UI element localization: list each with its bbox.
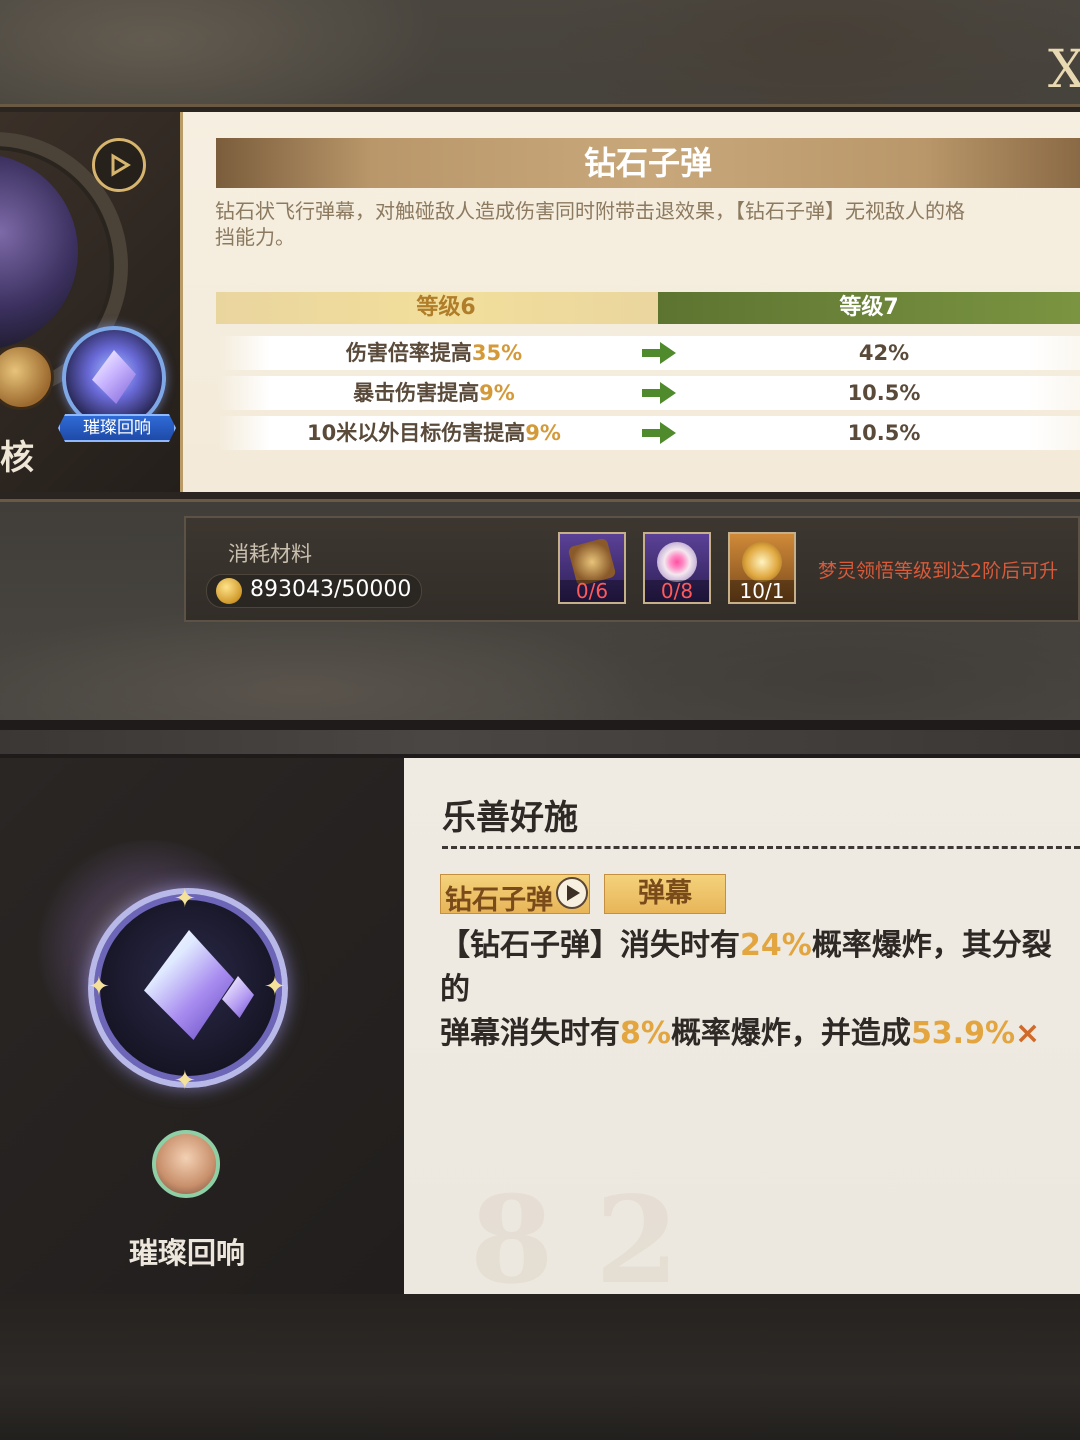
materials-label: 消耗材料 [228,542,312,566]
material-item-scroll-card[interactable]: 0/6 [558,532,626,604]
coin-icon [216,578,242,604]
skill-title: 钻石子弹 [216,138,1080,188]
next-level-header: 等级7 [658,292,1080,324]
coin-amount: 893043/50000 [250,577,412,602]
gold-pouch-icon [742,542,782,582]
emblem-tag: 璀璨回响 [58,414,176,442]
sparkle-icon: ✦ [174,884,196,914]
echo-name: 璀璨回响 [128,1236,245,1270]
play-icon [111,153,131,177]
stat-next: 10.5% [847,421,921,445]
stat-current: 10米以外目标伤害提高9% [307,421,561,445]
sparkle-icon: ✦ [264,972,286,1002]
flower-gem-icon [657,542,697,582]
stat-row: 暴击伤害提高9% 10.5% [218,376,1080,410]
material-count: 0/6 [575,579,609,603]
stat-next: 10.5% [847,381,921,405]
sparkle-icon: ✦ [88,972,110,1002]
material-count: 0/8 [660,579,694,603]
material-item-flower-gem[interactable]: 0/8 [643,532,711,604]
diamond-emblem-large-icon [88,888,288,1088]
bottom-background [0,1294,1080,1440]
arrow-right-icon [642,342,676,364]
unlock-requirement-note: 梦灵领悟等级到达2阶后可升 [818,560,1059,582]
stat-next: 42% [858,341,910,365]
stat-current: 伤害倍率提高35% [345,341,523,365]
tag-play-button[interactable] [556,877,588,909]
close-button[interactable]: X [1048,44,1080,96]
core-label: 核 [0,438,34,478]
echo-title: 乐善好施 [442,798,578,838]
divider [442,846,1080,849]
divider-stripe [0,730,1080,754]
skill-description: 钻石状飞行弹幕，对触碰敌人造成伤害同时附带击退效果，【钻石子弹】无视敌人的格 挡… [215,199,965,249]
material-item-gold-pouch[interactable]: 10/1 [728,532,796,604]
arrow-right-icon [642,382,676,404]
tag-barrage[interactable]: 弹幕 [604,874,726,914]
watermark: 8 2 [470,1170,679,1311]
character-avatar[interactable] [152,1130,220,1198]
echo-description: 【钻石子弹】消失时有24%概率爆炸，其分裂的 弹幕消失时有8%概率爆炸，并造成5… [440,928,1052,1051]
play-preview-button[interactable] [92,138,146,192]
current-level-header: 等级6 [216,292,676,324]
material-count: 10/1 [739,579,785,603]
play-icon [567,885,580,901]
sparkle-icon: ✦ [174,1066,196,1096]
stat-row: 伤害倍率提高35% 42% [218,336,1080,370]
arrow-right-icon [642,422,676,444]
stat-current: 暴击伤害提高9% [353,381,515,405]
stat-row: 10米以外目标伤害提高9% 10.5% [218,416,1080,450]
